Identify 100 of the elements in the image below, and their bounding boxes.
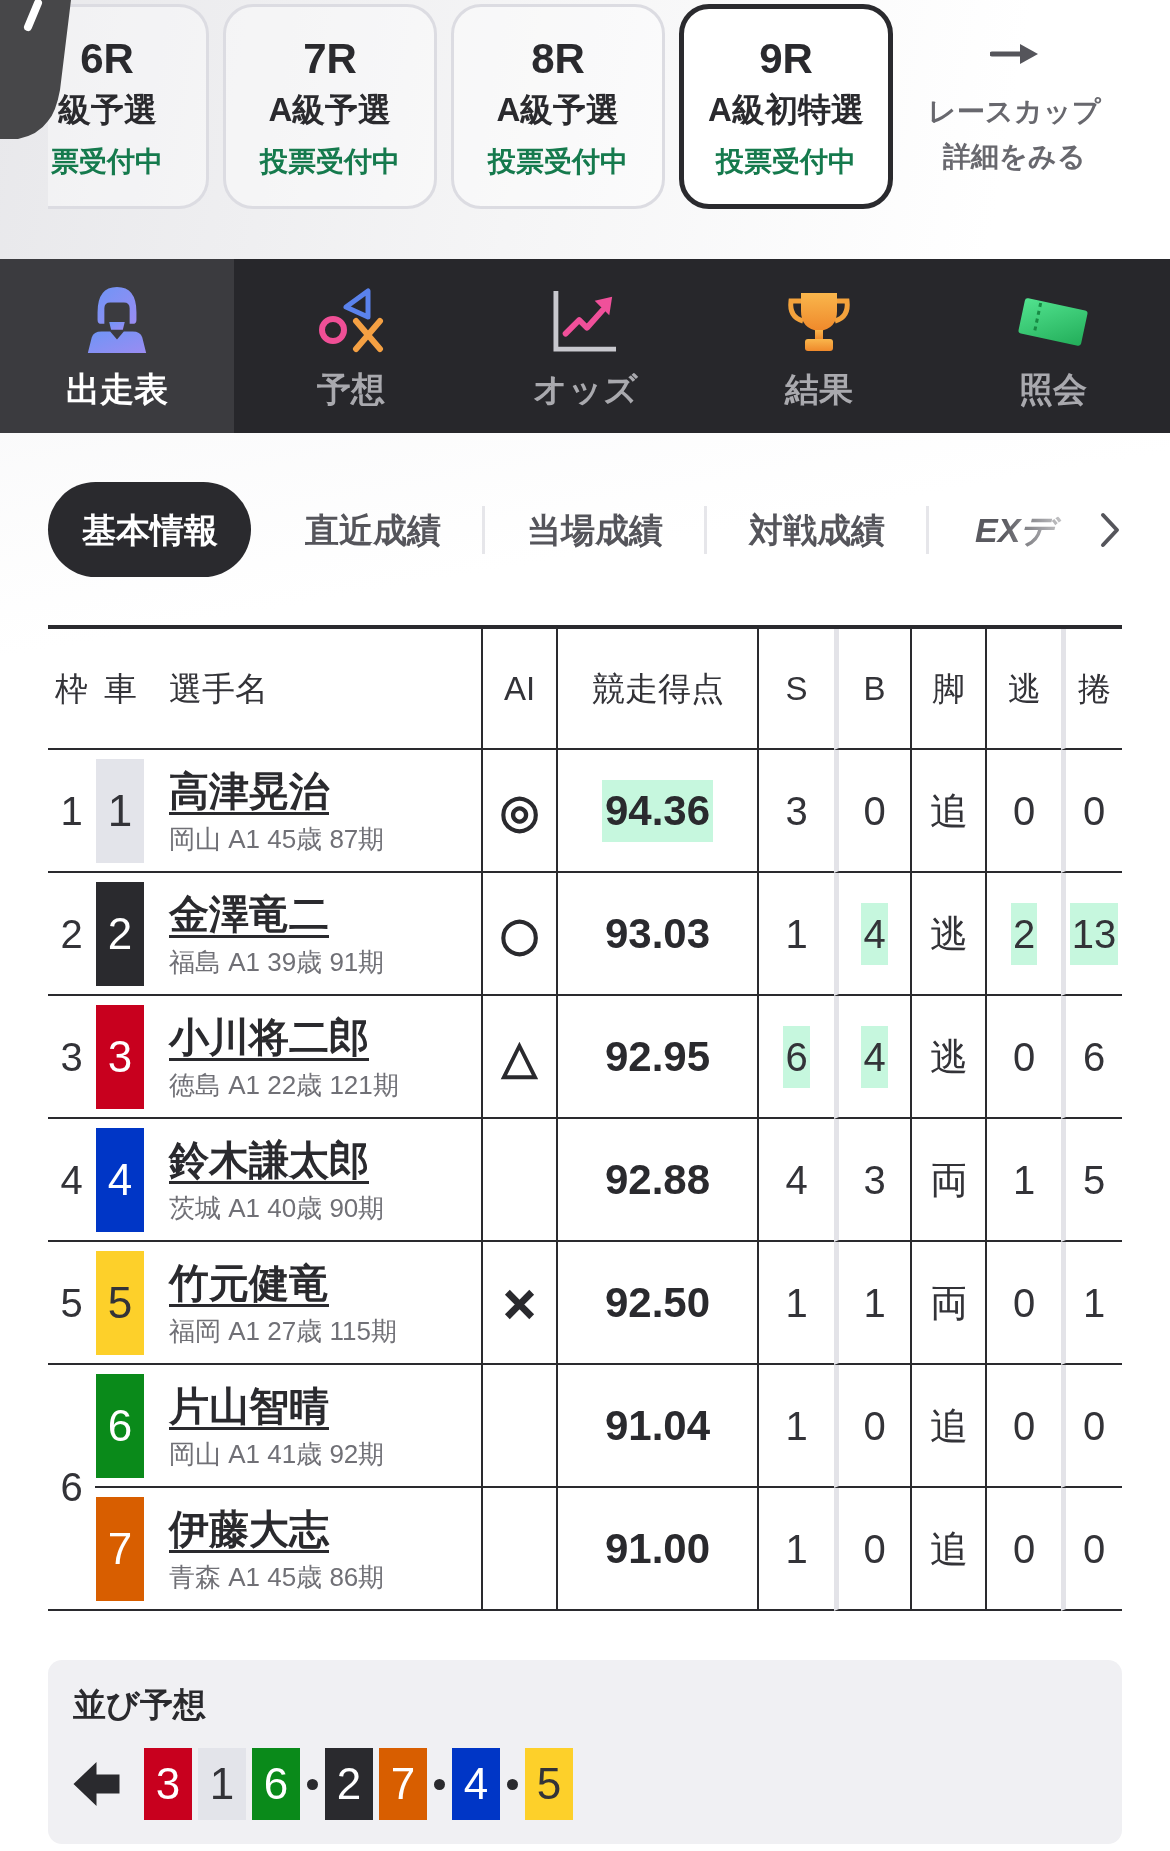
right-arrow-icon (990, 42, 1038, 65)
rider-name-link[interactable]: 鈴木謙太郎 (169, 1136, 369, 1183)
car-number: 4 (452, 1748, 500, 1820)
score-value: 94.36 (601, 779, 714, 842)
stat-value: 0 (1081, 1525, 1107, 1573)
rider-name-link[interactable]: 高津晃治 (169, 767, 329, 814)
race-tab[interactable]: 9R A級初特選 投票受付中 (679, 4, 893, 209)
stat-value: 0 (1011, 1033, 1037, 1081)
stat-value: 6 (1081, 1033, 1107, 1081)
column-header: B (834, 629, 910, 750)
leg-type: 追 (929, 1403, 968, 1449)
nav-tab[interactable]: 結果 (702, 259, 936, 433)
left-arrow-icon (73, 1761, 120, 1807)
rider-profile: 岡山 A1 41歳 92期 (169, 1438, 385, 1469)
rider-profile: 福島 A1 39歳 91期 (169, 946, 385, 977)
car-number: 2 (325, 1748, 373, 1820)
car-number: 5 (96, 1250, 144, 1355)
column-header: 車 (95, 629, 145, 750)
line-chart-icon (552, 289, 618, 353)
race-number: 8R (531, 33, 585, 84)
car-number: 4 (96, 1127, 144, 1232)
score-value: 92.95 (603, 1031, 712, 1082)
race-tab[interactable]: 8R A級予選 投票受付中 (451, 4, 665, 209)
score-value: 92.50 (603, 1277, 712, 1328)
stat-value: 4 (861, 1025, 888, 1088)
stat-value: 4 (861, 902, 888, 965)
rider-name-link[interactable]: 伊藤大志 (169, 1505, 329, 1552)
stat-value: 0 (1011, 1279, 1037, 1327)
car-number: 5 (525, 1748, 573, 1820)
stat-value: 1 (784, 1525, 809, 1573)
race-number: 9R (759, 33, 813, 84)
column-header: 選手名 (145, 629, 481, 750)
score-value: 91.04 (603, 1400, 712, 1451)
stat-value: 0 (862, 1402, 887, 1450)
stat-value: 1 (862, 1279, 887, 1327)
info-tab[interactable]: 対戦成績 (707, 482, 926, 577)
stat-value: 1 (784, 910, 809, 958)
shapes-icon (318, 287, 384, 353)
race-class: A級予選 (268, 89, 392, 130)
trophy-icon (785, 291, 853, 353)
stat-value: 0 (1011, 1525, 1037, 1573)
info-tab[interactable]: EXデ (929, 482, 1064, 577)
rider-name-link[interactable]: 片山智晴 (169, 1382, 329, 1429)
race-cup-link[interactable]: レースカップ 詳細をみる (907, 4, 1121, 209)
column-header: 競走得点 (556, 629, 757, 750)
chevron-right-icon[interactable] (1100, 511, 1120, 548)
car-number: 3 (144, 1748, 192, 1820)
info-tab[interactable]: 基本情報 (48, 482, 251, 577)
stat-value: 2 (1010, 902, 1038, 965)
ai-mark: ◎ (499, 785, 540, 836)
race-class: A級予選 (496, 89, 620, 130)
nav-tab[interactable]: オッズ (468, 259, 702, 433)
rider-name-link[interactable]: 小川将二郎 (169, 1013, 369, 1060)
rider-profile: 青森 A1 45歳 86期 (169, 1561, 385, 1592)
leg-type: 追 (929, 788, 968, 834)
info-tab[interactable]: 当場成績 (485, 482, 704, 577)
stat-value: 3 (784, 787, 809, 835)
stat-value: 4 (784, 1156, 809, 1204)
column-header: 捲 (1061, 629, 1122, 750)
ai-mark: △ (501, 1031, 538, 1082)
rider-name-link[interactable]: 金澤竜二 (169, 890, 329, 937)
nav-tab[interactable]: 照会 (936, 259, 1170, 433)
car-number: 6 (96, 1373, 144, 1478)
race-status: 投票受付中 (488, 144, 628, 179)
stat-value: 1 (1011, 1156, 1037, 1204)
score-value: 92.88 (603, 1154, 712, 1205)
column-header: 脚 (910, 629, 985, 750)
stat-value: 0 (1011, 787, 1037, 835)
leg-type: 両 (929, 1280, 968, 1326)
leg-type: 追 (929, 1526, 968, 1572)
stat-value: 0 (1081, 787, 1107, 835)
stat-value: 1 (784, 1402, 809, 1450)
nav-tab[interactable]: 出走表 (0, 259, 234, 433)
rider-profile: 茨城 A1 40歳 90期 (169, 1192, 385, 1223)
race-number: 7R (303, 33, 357, 84)
leg-type: 両 (929, 1157, 968, 1203)
rider-profile: 徳島 A1 22歳 121期 (169, 1069, 399, 1100)
separator-dot-icon (507, 1778, 518, 1790)
rider-name-link[interactable]: 竹元健竜 (169, 1259, 329, 1306)
stat-value: 3 (862, 1156, 887, 1204)
rider-profile: 福岡 A1 27歳 115期 (169, 1315, 397, 1346)
score-value: 91.00 (603, 1523, 712, 1574)
nav-tab[interactable]: 予想 (234, 259, 468, 433)
separator-dot-icon (434, 1778, 445, 1790)
stat-value: 0 (1011, 1402, 1037, 1450)
ai-mark: × (500, 1277, 539, 1328)
race-number: 6R (80, 33, 134, 84)
car-number: 1 (198, 1748, 246, 1820)
race-class: A級初特選 (708, 89, 864, 130)
stat-value: 1 (784, 1279, 809, 1327)
race-tab[interactable]: 7R A級予選 投票受付中 (223, 4, 437, 209)
stat-value: 0 (862, 1525, 887, 1573)
info-tab[interactable]: 直近成績 (263, 482, 482, 577)
stat-value: 5 (1081, 1156, 1107, 1204)
leg-type: 逃 (929, 911, 968, 957)
separator-dot-icon (307, 1778, 318, 1790)
leg-type: 逃 (929, 1034, 968, 1080)
rider-profile: 岡山 A1 45歳 87期 (169, 823, 385, 854)
stat-value: 0 (1081, 1402, 1107, 1450)
race-tab[interactable]: 6R 級予選 票受付中 (48, 4, 209, 209)
